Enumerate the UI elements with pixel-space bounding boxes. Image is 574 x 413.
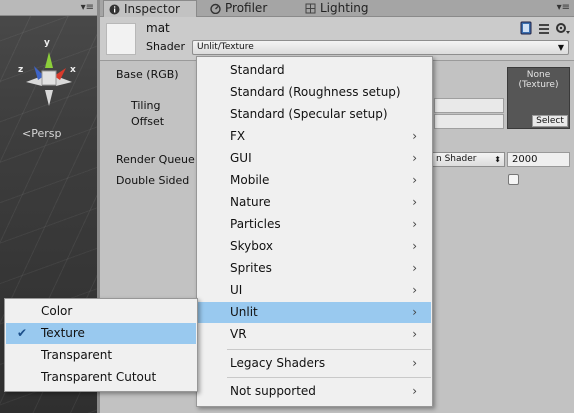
tab-lighting-label: Lighting bbox=[320, 1, 369, 15]
chevron-right-icon: › bbox=[412, 129, 417, 143]
menu-item-label: Legacy Shaders bbox=[230, 356, 326, 370]
menu-item-label: GUI bbox=[230, 151, 252, 165]
chevron-down-icon: ▼ bbox=[557, 43, 564, 52]
render-queue-value-field[interactable]: 2000 bbox=[507, 152, 570, 167]
profiler-icon bbox=[210, 3, 221, 14]
menu-item-vr[interactable]: VR › bbox=[198, 324, 431, 345]
chevron-right-icon: › bbox=[412, 195, 417, 209]
tab-bar: Inspector Profiler Lighting ▾≡ bbox=[100, 0, 574, 17]
tiling-field[interactable] bbox=[434, 98, 504, 113]
menu-item-label: Unlit bbox=[230, 305, 258, 319]
menu-item-label: Standard bbox=[230, 63, 285, 77]
checkmark-icon: ✔ bbox=[17, 326, 28, 340]
menu-item-label: FX bbox=[230, 129, 246, 143]
shader-menu: Standard Standard (Roughness setup) Stan… bbox=[196, 56, 433, 407]
chevron-right-icon: › bbox=[412, 261, 417, 275]
scene-toolbar: ▾≡ bbox=[0, 0, 97, 16]
shader-dropdown-value: Unlit/Texture bbox=[197, 42, 254, 52]
chevron-right-icon: › bbox=[412, 151, 417, 165]
lighting-icon bbox=[305, 3, 316, 14]
submenu-item-label: Transparent bbox=[41, 348, 113, 362]
info-icon bbox=[109, 4, 120, 15]
render-queue-dropdown[interactable]: n Shader ⬍ bbox=[432, 152, 505, 167]
orientation-gizmo[interactable]: y z x bbox=[14, 38, 84, 118]
material-header: mat Shader Unlit/Texture ▼ bbox=[100, 17, 574, 61]
menu-item-nature[interactable]: Nature › bbox=[198, 192, 431, 213]
menu-item-not-supported[interactable]: Not supported › bbox=[198, 381, 431, 402]
tab-profiler[interactable]: Profiler bbox=[205, 0, 293, 17]
render-queue-label: Render Queue bbox=[116, 153, 195, 166]
double-sided-checkbox[interactable] bbox=[508, 174, 519, 185]
offset-label: Offset bbox=[131, 115, 165, 128]
shader-label: Shader bbox=[146, 40, 185, 53]
double-sided-label: Double Sided bbox=[116, 174, 190, 187]
menu-item-label: Sprites bbox=[230, 261, 272, 275]
menu-item-sprites[interactable]: Sprites › bbox=[198, 258, 431, 279]
menu-item-label: Standard (Roughness setup) bbox=[230, 85, 401, 99]
menu-item-gui[interactable]: GUI › bbox=[198, 148, 431, 169]
chevron-right-icon: › bbox=[412, 327, 417, 341]
menu-item-label: Not supported bbox=[230, 384, 316, 398]
gizmo-y-label: y bbox=[44, 38, 50, 48]
tiling-label: Tiling bbox=[131, 99, 161, 112]
texture-select-button[interactable]: Select bbox=[532, 115, 568, 127]
submenu-item-label: Texture bbox=[41, 326, 85, 340]
texture-none-label: None (Texture) bbox=[518, 70, 559, 90]
offset-field[interactable] bbox=[434, 114, 504, 129]
menu-item-label: Particles bbox=[230, 217, 281, 231]
chevron-right-icon: › bbox=[412, 305, 417, 319]
submenu-item-color[interactable]: Color bbox=[6, 301, 196, 322]
chevron-right-icon: › bbox=[412, 217, 417, 231]
chevron-right-icon: › bbox=[412, 356, 417, 370]
menu-item-standard-specular[interactable]: Standard (Specular setup) bbox=[198, 104, 431, 125]
menu-item-fx[interactable]: FX › bbox=[198, 126, 431, 147]
menu-item-label: UI bbox=[230, 283, 243, 297]
material-name: mat bbox=[146, 21, 170, 35]
submenu-item-texture[interactable]: ✔ Texture bbox=[6, 323, 196, 344]
submenu-item-transparent[interactable]: Transparent bbox=[6, 345, 196, 366]
menu-item-legacy-shaders[interactable]: Legacy Shaders › bbox=[198, 353, 431, 374]
menu-item-label: Skybox bbox=[230, 239, 273, 253]
submenu-item-transparent-cutout[interactable]: Transparent Cutout bbox=[6, 367, 196, 388]
chevron-right-icon: › bbox=[412, 239, 417, 253]
preset-settings-icon[interactable] bbox=[539, 24, 549, 34]
submenu-item-label: Color bbox=[41, 304, 73, 318]
chevron-right-icon: › bbox=[412, 283, 417, 297]
texture-slot[interactable]: None (Texture) Select bbox=[507, 67, 570, 129]
header-icons bbox=[520, 21, 570, 35]
tab-lighting[interactable]: Lighting bbox=[300, 0, 390, 17]
shader-dropdown[interactable]: Unlit/Texture ▼ bbox=[192, 40, 569, 55]
menu-separator bbox=[227, 377, 431, 378]
tab-inspector[interactable]: Inspector bbox=[103, 0, 197, 17]
menu-item-skybox[interactable]: Skybox › bbox=[198, 236, 431, 257]
help-book-icon[interactable] bbox=[520, 21, 532, 35]
menu-item-mobile[interactable]: Mobile › bbox=[198, 170, 431, 191]
render-queue-mode: n Shader bbox=[436, 154, 477, 164]
stepper-arrows-icon: ⬍ bbox=[494, 155, 501, 164]
material-preview bbox=[106, 23, 136, 55]
menu-item-unlit[interactable]: Unlit › bbox=[198, 302, 431, 323]
tab-menu-icon[interactable]: ▾≡ bbox=[557, 2, 570, 13]
base-rgb-label: Base (RGB) bbox=[116, 68, 179, 81]
gizmo-x-label: x bbox=[70, 65, 76, 75]
menu-item-label: Standard (Specular setup) bbox=[230, 107, 388, 121]
gear-icon[interactable] bbox=[556, 23, 570, 34]
submenu-item-label: Transparent Cutout bbox=[41, 370, 157, 384]
projection-label[interactable]: <Persp bbox=[22, 127, 61, 140]
menu-item-standard-roughness[interactable]: Standard (Roughness setup) bbox=[198, 82, 431, 103]
tab-inspector-label: Inspector bbox=[124, 2, 180, 16]
scene-menu-icon[interactable]: ▾≡ bbox=[81, 3, 94, 13]
menu-item-label: Mobile bbox=[230, 173, 270, 187]
menu-item-ui[interactable]: UI › bbox=[198, 280, 431, 301]
tab-profiler-label: Profiler bbox=[225, 1, 268, 15]
menu-item-standard[interactable]: Standard bbox=[198, 60, 431, 81]
chevron-right-icon: › bbox=[412, 173, 417, 187]
menu-item-label: Nature bbox=[230, 195, 271, 209]
menu-item-particles[interactable]: Particles › bbox=[198, 214, 431, 235]
menu-item-label: VR bbox=[230, 327, 247, 341]
unlit-submenu: Color ✔ Texture Transparent Transparent C… bbox=[4, 298, 198, 392]
menu-separator bbox=[227, 349, 431, 350]
gizmo-z-label: z bbox=[18, 65, 24, 75]
chevron-right-icon: › bbox=[412, 384, 417, 398]
